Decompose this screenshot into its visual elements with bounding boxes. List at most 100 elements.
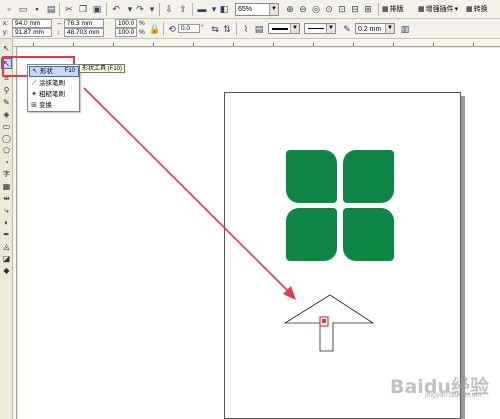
paste-icon[interactable]: ▣ (91, 3, 103, 15)
ruler-tick (473, 43, 474, 46)
plugin-icon: ▦ (418, 6, 425, 13)
flyout-item-shortcut: F10 (64, 68, 75, 74)
chevron-down-icon: ▼ (290, 24, 299, 33)
stroke-icon[interactable]: ▥ (399, 23, 411, 35)
x-position-field[interactable]: 94.0 mm (12, 19, 52, 28)
redo-icon[interactable]: ↷ (134, 3, 146, 15)
welcome-screen-icon[interactable]: ◧ (218, 3, 230, 15)
typeset-button[interactable]: ▦ 排版 (382, 3, 404, 16)
logo-quadrant-bottom-left[interactable] (286, 208, 337, 261)
y-position-field[interactable]: 91.87 mm (12, 28, 52, 37)
rotation-angle-field[interactable]: 0.0 (178, 24, 200, 33)
width-field[interactable]: 76.3 mm (64, 19, 104, 28)
flyout-item-label: 粗糙笔刷 (39, 91, 65, 98)
ruler-tick (393, 43, 394, 46)
rectangle-tool-icon[interactable]: ▭ (1, 121, 12, 132)
zoom-level-value: 65% (238, 6, 253, 13)
zoom-selected-icon[interactable]: ◎ (310, 3, 322, 15)
transform-icon: ⊞ (31, 102, 37, 109)
open-folder-icon[interactable]: ▭ (17, 3, 29, 15)
toolbar-separator (159, 3, 160, 16)
ruler-tick (433, 43, 434, 46)
line-style-preview (272, 28, 288, 30)
document-page[interactable] (224, 92, 461, 419)
shape-tool-flyout: ↖ 形状 F10 ⟋ 涂抹笔刷 ✦ 粗糙笔刷 ⊞ 变换 (27, 64, 80, 112)
toolbar-separator (106, 3, 107, 16)
ruler-tick (313, 43, 314, 46)
freehand-tool-icon[interactable]: ✎ (1, 97, 12, 108)
selected-node-handle[interactable] (322, 319, 326, 323)
flyout-item-roughen-brush[interactable]: ✦ 粗糙笔刷 (29, 89, 79, 100)
ellipse-tool-icon[interactable]: ◯ (1, 133, 12, 144)
outline-width-select[interactable]: 0.2 mm ▼ (355, 23, 395, 34)
zoom-level-select[interactable]: 65% ▼ (235, 3, 279, 16)
line-style-select[interactable]: ▼ (304, 23, 336, 34)
start-arrowhead-select[interactable]: ▼ (268, 23, 300, 34)
interactive-fill-icon[interactable]: ◆ (1, 265, 12, 276)
zoom-all-icon[interactable]: ⊙ (323, 3, 335, 15)
outline-tool-icon[interactable]: ◬ (1, 241, 12, 252)
ruler-tick (233, 43, 234, 46)
flyout-item-shape[interactable]: ↖ 形状 F10 (29, 66, 79, 77)
ruler-tick (273, 43, 274, 46)
smart-fill-icon[interactable]: ◈ (1, 109, 12, 120)
scale-height-field[interactable]: 100.0 (115, 28, 137, 37)
fill-tool-icon[interactable]: ◪ (1, 253, 12, 264)
basic-shapes-icon[interactable]: ◔ (1, 157, 12, 168)
logo-quadrant-top-right[interactable] (343, 150, 394, 203)
horizontal-ruler[interactable] (13, 39, 500, 47)
convert-to-curves-icon[interactable]: ⌇ (240, 23, 252, 35)
chevron-down-icon: ▼ (385, 24, 394, 33)
logo-quadrant-bottom-right[interactable] (343, 208, 394, 261)
new-document-icon[interactable]: ▫ (3, 3, 15, 15)
ruler-tick (73, 43, 74, 46)
flyout-item-smudge-brush[interactable]: ⟋ 涂抹笔刷 (29, 78, 79, 89)
polygon-tool-icon[interactable]: ⬠ (1, 145, 12, 156)
scale-width-field[interactable]: 100.0 (115, 19, 137, 28)
zoom-width-icon[interactable]: ⊟ (349, 3, 361, 15)
convert-button[interactable]: ▦ 转换 (466, 3, 488, 16)
logo-quadrant-top-left[interactable] (286, 150, 337, 203)
export-icon[interactable]: ⇧ (177, 3, 189, 15)
x-position-label: x: (3, 20, 9, 27)
application-launcher-icon[interactable]: ▬ (196, 3, 208, 15)
ruler-tick (153, 43, 154, 46)
cut-icon[interactable]: ✂ (63, 3, 75, 15)
zoom-page-icon[interactable]: ⊡ (336, 3, 348, 15)
standard-toolbar: ▫ ▭ ▪ ▤ ✂ ❐ ▣ ↶ ▾ ↷ ▾ ⇩ ⇧ ▬ ▾ ◧ 65% ▼ ⊕ … (0, 0, 500, 19)
vertical-ruler[interactable] (13, 47, 17, 419)
toolbar-separator (59, 3, 60, 16)
property-bar: x: 94.0 mm y: 91.87 mm ↔ 76.3 mm ↕ 48.70… (0, 19, 500, 39)
flyout-item-transform[interactable]: ⊞ 变换 (29, 100, 79, 111)
print-icon[interactable]: ▤ (45, 3, 57, 15)
connector-tool-icon[interactable]: ⤷ (1, 205, 12, 216)
zoom-in-icon[interactable]: ⊕ (284, 3, 296, 15)
copy-icon[interactable]: ❐ (77, 3, 89, 15)
dimension-tool-icon[interactable]: ⇹ (1, 193, 12, 204)
zoom-tool-icon[interactable]: ⚲ (1, 85, 12, 96)
interactive-blend-icon[interactable]: ◐ (1, 217, 12, 228)
lock-ratio-icon[interactable]: 🔒 (149, 23, 161, 35)
table-tool-icon[interactable]: ▦ (1, 181, 12, 192)
wrap-text-icon[interactable]: ▤ (253, 23, 265, 35)
enhance-plugin-button[interactable]: ▦ 增强插件 ▾ (418, 3, 458, 16)
toolbar-separator (236, 22, 237, 35)
scale-width-unit: % (139, 20, 145, 27)
pick-tool-icon[interactable]: ↖ (1, 43, 12, 54)
toolbar-separator (192, 3, 193, 16)
ruler-tick (33, 43, 34, 46)
flyout-item-label: 变换 (39, 102, 52, 109)
toolbar-separator (163, 22, 164, 35)
undo-icon[interactable]: ↶ (110, 3, 122, 15)
zoom-height-icon[interactable]: ⊞ (362, 3, 374, 15)
save-icon[interactable]: ▪ (31, 3, 43, 15)
text-tool-icon[interactable]: 字 (1, 169, 12, 180)
zoom-out-icon[interactable]: ⊖ (297, 3, 309, 15)
mirror-horizontal-icon[interactable]: ⇆ (209, 23, 221, 35)
mirror-vertical-icon[interactable]: ⇅ (221, 23, 233, 35)
flyout-item-label: 涂抹笔刷 (39, 80, 65, 87)
import-icon[interactable]: ⇩ (163, 3, 175, 15)
eyedropper-icon[interactable]: ✒ (1, 229, 12, 240)
height-field[interactable]: 48.703 mm (64, 28, 104, 37)
redo-dropdown-icon[interactable]: ▾ (146, 3, 158, 15)
